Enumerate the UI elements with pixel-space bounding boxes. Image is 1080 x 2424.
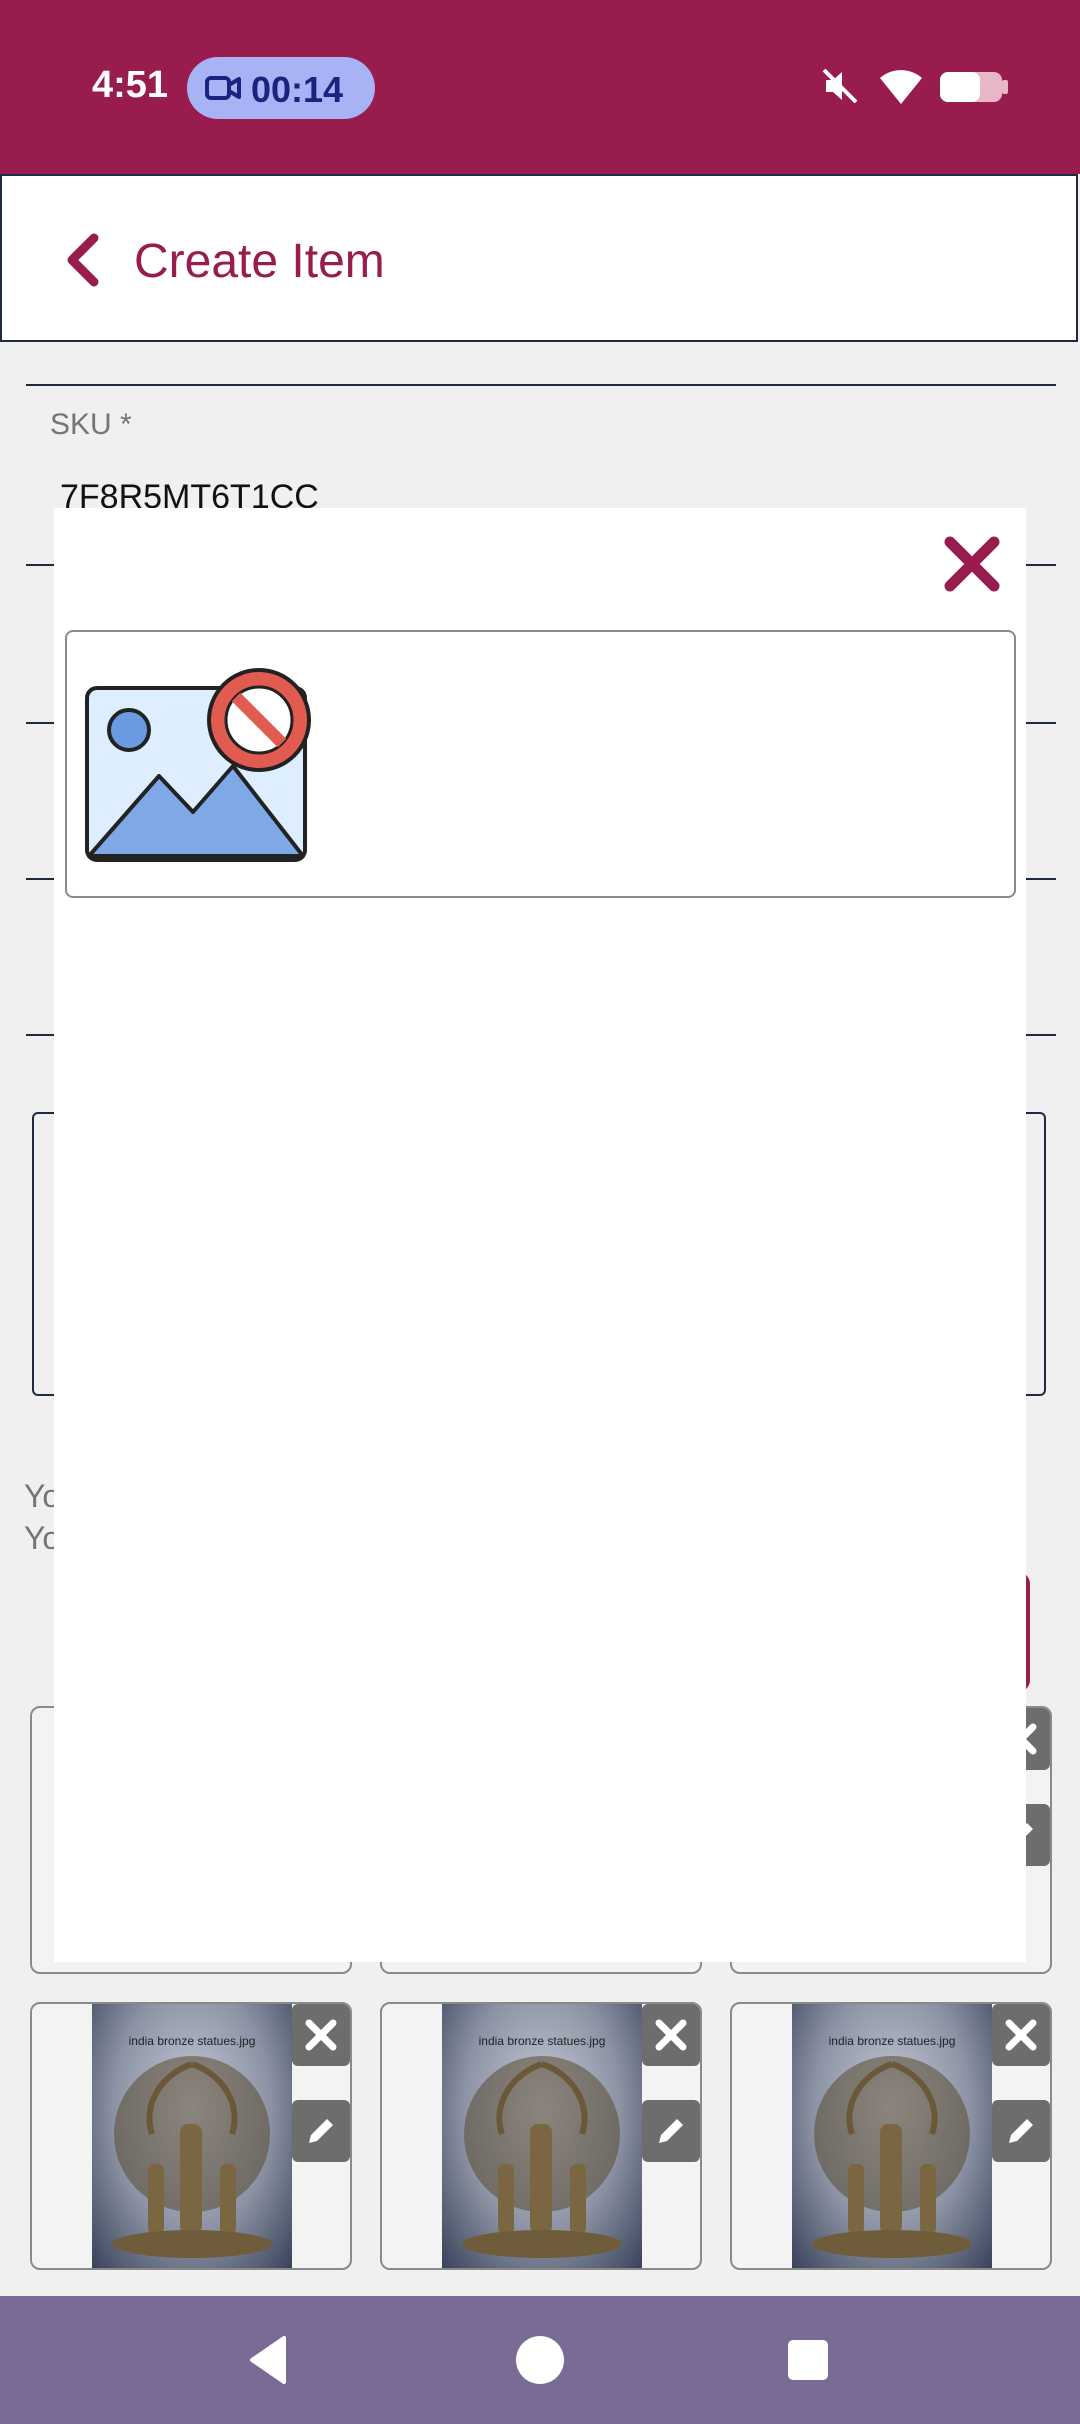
statue-image [462,2056,622,2258]
broken-image-icon [85,668,311,862]
recents-square-icon[interactable] [778,2330,838,2390]
system-nav-bar [0,2296,1080,2424]
photo-card[interactable]: india bronze statues.jpg [30,2002,352,2270]
edit-photo-button[interactable] [642,2100,700,2162]
statue-image [112,2056,272,2258]
image-preview-modal [54,508,1026,1962]
status-time: 4:51 [92,64,169,106]
back-triangle-icon[interactable] [240,2330,300,2390]
form-divider [26,384,1056,386]
battery-icon [940,72,1008,102]
close-icon [305,2019,337,2051]
mute-icon [822,68,858,104]
delete-photo-button[interactable] [992,2004,1050,2066]
delete-photo-button[interactable] [642,2004,700,2066]
edit-photo-button[interactable] [992,2100,1050,2162]
page-title: Create Item [134,235,385,288]
close-icon[interactable] [942,534,1002,594]
screen-recording-chip[interactable]: 00:14 [187,57,375,119]
wifi-icon [880,70,922,104]
photo-card[interactable]: india bronze statues.jpg [380,2002,702,2270]
video-camera-icon [205,76,241,100]
close-icon [1005,2019,1037,2051]
delete-photo-button[interactable] [292,2004,350,2066]
app-header: Create Item [0,174,1078,342]
status-bar: 4:51 00:14 [0,0,1080,174]
photo-card[interactable]: india bronze statues.jpg [730,2002,1052,2270]
statue-photo: india bronze statues.jpg [92,2004,292,2268]
pencil-icon [309,2119,333,2143]
edit-photo-button[interactable] [292,2100,350,2162]
home-circle-icon[interactable] [510,2330,570,2390]
chevron-left-icon[interactable] [60,232,106,288]
statue-photo: india bronze statues.jpg [442,2004,642,2268]
close-icon [655,2019,687,2051]
recording-timer: 00:14 [251,69,344,110]
pencil-icon [659,2119,683,2143]
statue-photo: india bronze statues.jpg [792,2004,992,2268]
pencil-icon [1009,2119,1033,2143]
image-preview [65,630,1016,898]
statue-image [812,2056,972,2258]
sku-label: SKU * [50,408,132,441]
